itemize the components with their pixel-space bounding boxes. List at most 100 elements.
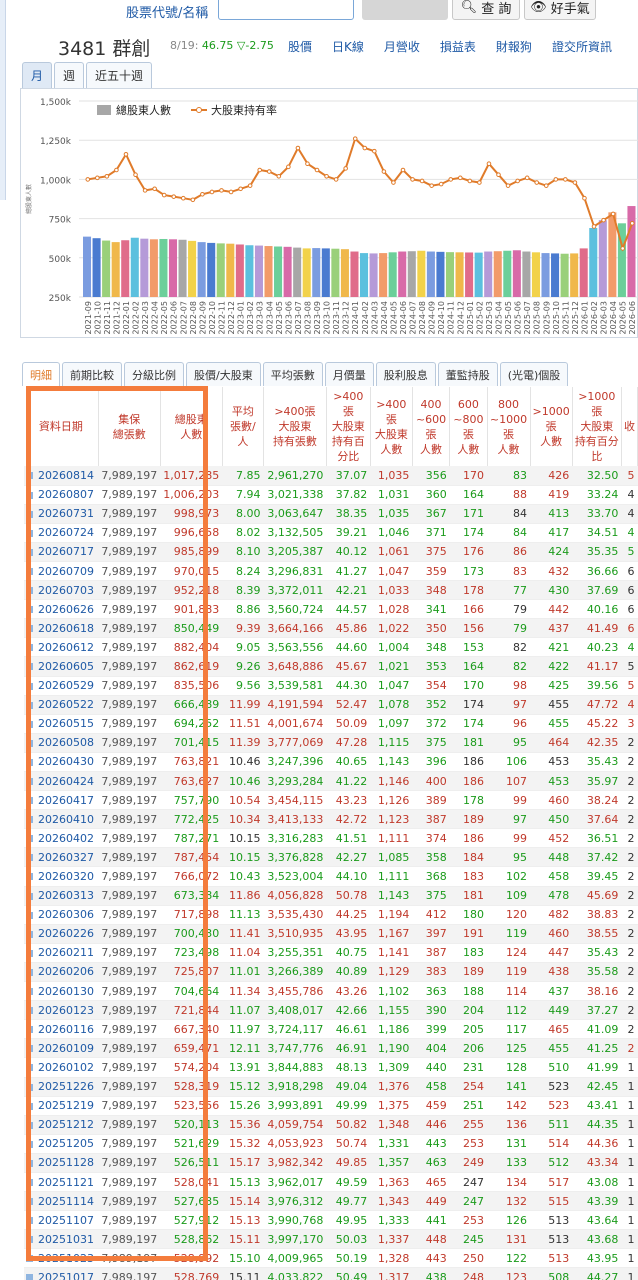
table-cell: 20260320 xyxy=(24,866,99,887)
table-cell: 7,989,197 xyxy=(98,1000,161,1021)
table-row: 20260402 7,989,197 787,271 10.15 3,316,283 41… xyxy=(24,828,638,849)
table-cell: 20260626 xyxy=(24,599,99,620)
table-row: 20260102 7,989,197 574,204 13.91 3,844,883 48… xyxy=(24,1057,638,1078)
table-cell: 131 xyxy=(487,1229,531,1250)
chart-point xyxy=(161,192,167,198)
nav-link[interactable]: 損益表 xyxy=(440,38,476,55)
table-cell: 766,072 xyxy=(160,866,223,887)
table-cell: 1 xyxy=(621,1057,638,1078)
period-tab[interactable]: 月 xyxy=(22,62,53,88)
table-cell: 5 xyxy=(621,542,638,562)
table-cell: 50.82 xyxy=(326,1115,371,1135)
chart-point xyxy=(95,175,100,181)
chart-bar xyxy=(111,242,120,297)
table-header-cell[interactable]: 集保 總張數 xyxy=(98,387,161,466)
table-cell: 253 xyxy=(449,1210,488,1231)
table-cell: 181 xyxy=(449,886,488,906)
table-cell: 375 xyxy=(412,886,450,906)
search-input[interactable] xyxy=(218,0,354,20)
table-cell: 43.64 xyxy=(572,1210,622,1231)
table-cell: 7,989,197 xyxy=(98,809,161,830)
nav-link[interactable]: 日K線 xyxy=(332,38,364,55)
table-cell: 9.39 xyxy=(222,618,264,639)
table-cell: 387 xyxy=(412,943,450,963)
table-cell: 527,635 xyxy=(160,1191,223,1212)
table-header-cell[interactable]: >400張 大股東 持有百分比 xyxy=(326,387,371,466)
table-tab[interactable]: 月價量 xyxy=(324,362,374,386)
table-cell: 10.46 xyxy=(222,752,264,773)
table-cell: 39.21 xyxy=(326,523,371,543)
table-cell: 528,992 xyxy=(160,1248,223,1269)
table-cell: 37.07 xyxy=(326,466,371,486)
table-cell: 156 xyxy=(449,618,488,639)
table-cell: 7,989,197 xyxy=(98,905,161,925)
table-cell: 523 xyxy=(530,1096,573,1116)
table-header-cell[interactable]: 平均 張數/人 xyxy=(222,387,265,466)
table-cell: 2 xyxy=(621,924,638,944)
nav-link[interactable]: 月營收 xyxy=(384,38,420,55)
table-tab[interactable]: 平均張數 xyxy=(262,362,323,386)
table-header-cell[interactable]: >1000張 大股東 持有百分比 xyxy=(572,387,622,466)
table-tab[interactable]: 前期比較 xyxy=(62,362,122,386)
table-cell: 1 xyxy=(621,1229,638,1250)
table-tab[interactable]: (光電)個股 xyxy=(499,362,569,386)
table-tab[interactable]: 分級比例 xyxy=(124,362,184,386)
period-tab[interactable]: 近五十週 xyxy=(86,62,153,88)
chart-bar xyxy=(197,242,206,297)
table-cell: 430 xyxy=(530,580,573,601)
table-cell: 952,218 xyxy=(160,580,223,601)
table-cell: 35.58 xyxy=(572,962,622,983)
table-header-cell[interactable]: 400 ~600張 人數 xyxy=(412,387,451,466)
x-tick-label: 2024-10 xyxy=(437,301,446,334)
table-cell: 49.85 xyxy=(326,1153,371,1173)
chart-bar xyxy=(388,252,397,297)
table-cell: 45.22 xyxy=(572,714,622,734)
table-cell: 8.02 xyxy=(222,523,264,543)
table-header-cell[interactable]: >400張 大股東 持有張數 xyxy=(263,387,327,466)
search-dropdown[interactable] xyxy=(362,0,448,20)
table-tab[interactable]: 股利股息 xyxy=(375,362,436,386)
table-cell: 7,989,197 xyxy=(98,962,161,983)
table-tab[interactable]: 董監持股 xyxy=(437,362,498,386)
table-cell: 2 xyxy=(621,1019,638,1040)
nav-link[interactable]: 股價 xyxy=(288,38,312,55)
row-marker-icon xyxy=(26,1178,33,1186)
table-cell: 7,989,197 xyxy=(98,618,161,639)
chart-bar xyxy=(503,250,512,297)
chart-point xyxy=(228,189,234,195)
table-header-cell[interactable]: 收 xyxy=(621,387,638,466)
x-tick-label: 2025-08 xyxy=(533,301,542,334)
table-header-cell[interactable]: 總股東 人數 xyxy=(160,387,223,466)
table-header-cell[interactable]: 資料日期 xyxy=(24,387,99,466)
table-header-cell[interactable]: 600 ~800張 人數 xyxy=(449,387,488,466)
table-cell: 1,146 xyxy=(370,771,413,792)
good-luck-button[interactable]: 👁︎ 好手氣 xyxy=(524,0,596,20)
nav-link[interactable]: 財報狗 xyxy=(496,38,532,55)
table-row: 20260709 7,989,197 970,015 8.24 3,296,831 41.… xyxy=(24,561,638,582)
table-cell: 1,123 xyxy=(370,809,413,830)
table-cell: 40.65 xyxy=(326,752,371,773)
table-tab[interactable]: 明細 xyxy=(22,362,60,386)
table-cell: 11.13 xyxy=(222,905,264,925)
price-change: ▽-2.75 xyxy=(236,39,274,52)
table-cell: 95 xyxy=(487,733,531,753)
table-header-cell[interactable]: 800 ~1000張 人數 xyxy=(487,387,531,466)
table-cell: 2 xyxy=(621,866,638,887)
table-header-cell[interactable]: >400張 大股東 人數 xyxy=(370,387,413,466)
table-cell: 34.51 xyxy=(572,523,622,543)
table-cell: 515 xyxy=(530,1191,573,1212)
table-cell: 442 xyxy=(530,599,573,620)
table-cell: 3,560,724 xyxy=(263,599,327,620)
table-tab[interactable]: 股價/大股東 xyxy=(186,362,261,386)
table-header-cell[interactable]: >1000張 人數 xyxy=(530,387,573,466)
query-button[interactable]: 🔍︎ 查 詢 xyxy=(452,0,520,20)
table-cell: 2 xyxy=(621,790,638,811)
table-cell: 443 xyxy=(412,1248,450,1269)
period-tab[interactable]: 週 xyxy=(54,62,85,88)
table-cell: 15.32 xyxy=(222,1134,264,1154)
table-cell: 41.25 xyxy=(572,1038,622,1059)
nav-link[interactable]: 證交所資訊 xyxy=(552,38,612,55)
chart-point xyxy=(543,183,549,188)
table-cell: 20260709 xyxy=(24,561,99,582)
chart-point xyxy=(219,188,224,193)
